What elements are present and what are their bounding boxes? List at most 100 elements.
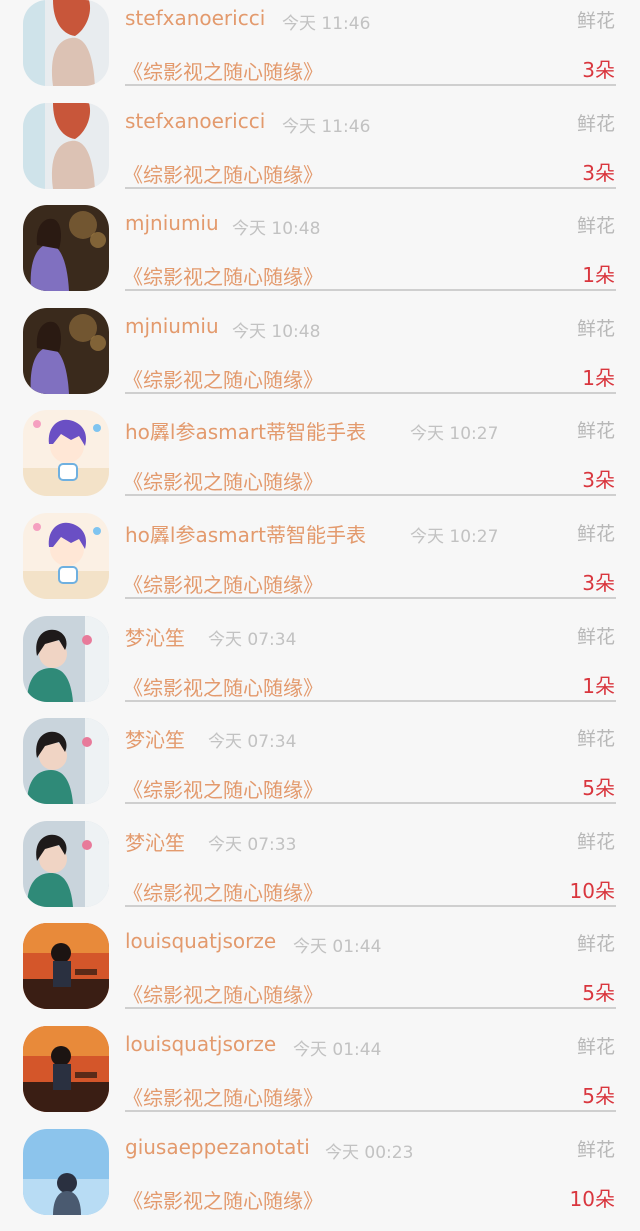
avatar[interactable] <box>23 205 109 292</box>
book-title[interactable]: 《综影视之随心随缘》 <box>123 364 323 393</box>
book-title[interactable]: 《综影视之随心随缘》 <box>123 159 323 188</box>
avatar-girl-flower-image <box>23 820 109 907</box>
sender-name[interactable]: 梦沁笙 <box>125 724 185 753</box>
divider <box>125 289 616 292</box>
divider <box>125 802 616 805</box>
list-item[interactable]: 梦沁笙 今天 07:34 鲜花 《综影视之随心随缘》 5朵 <box>0 718 640 821</box>
timestamp: 今天 10:48 <box>232 321 321 342</box>
gift-type-label: 鲜花 <box>576 1138 615 1161</box>
timestamp: 今天 00:23 <box>325 1142 414 1163</box>
avatar[interactable] <box>23 718 109 805</box>
divider <box>125 1110 616 1112</box>
sender-name[interactable]: louisquatjsorze <box>125 1032 276 1056</box>
timestamp: 今天 11:46 <box>282 14 371 34</box>
book-title[interactable]: 《综影视之随心随缘》 <box>123 979 323 1008</box>
book-title[interactable]: 《综影视之随心随缘》 <box>123 261 323 290</box>
book-title[interactable]: 《综影视之随心随缘》 <box>123 1082 323 1111</box>
sender-name[interactable]: louisquatjsorze <box>125 929 276 953</box>
timestamp: 今天 10:48 <box>232 219 321 240</box>
gift-type-label: 鲜花 <box>576 625 615 648</box>
gift-type-label: 鲜花 <box>576 317 615 340</box>
gift-amount: 5朵 <box>582 776 615 801</box>
sender-name[interactable]: ho羼l参asmart蒂智能手表 <box>125 519 366 548</box>
list-item[interactable]: 梦沁笙 今天 07:33 鲜花 《综影视之随心随缘》 10朵 <box>0 820 640 924</box>
gift-amount: 3朵 <box>582 571 615 595</box>
sender-name[interactable]: 梦沁笙 <box>125 622 185 651</box>
book-title[interactable]: 《综影视之随心随缘》 <box>123 1185 323 1214</box>
divider <box>125 494 616 497</box>
sender-name[interactable]: stefxanoericci <box>125 6 265 30</box>
gift-type-label: 鲜花 <box>576 728 615 751</box>
book-title[interactable]: 《综影视之随心随缘》 <box>123 56 323 85</box>
book-title[interactable]: 《综影视之随心随缘》 <box>123 877 323 906</box>
avatar[interactable] <box>23 1026 109 1112</box>
list-item[interactable]: louisquatjsorze 今天 01:44 鲜花 《综影视之随心随缘》 5… <box>0 923 640 1026</box>
avatar-anime-image <box>23 410 109 497</box>
timestamp: 今天 07:33 <box>208 834 297 855</box>
gift-amount: 3朵 <box>582 160 615 185</box>
avatar-back-image <box>23 0 109 86</box>
sender-name[interactable]: 梦沁笙 <box>125 827 185 856</box>
list-item[interactable]: mjniumiu 今天 10:48 鲜花 《综影视之随心随缘》 1朵 <box>0 205 640 308</box>
avatar[interactable] <box>23 820 109 907</box>
timestamp: 今天 07:34 <box>208 732 297 753</box>
avatar[interactable] <box>23 513 109 599</box>
divider <box>125 391 616 394</box>
avatar-concert-image <box>23 307 109 394</box>
list-item[interactable]: stefxanoericci 今天 11:46 鲜花 《综影视之随心随缘》 3朵 <box>0 0 640 103</box>
gift-amount: 5朵 <box>582 981 615 1006</box>
divider <box>125 186 616 189</box>
gift-amount: 5朵 <box>582 1084 615 1108</box>
divider <box>125 904 616 907</box>
divider <box>125 84 616 86</box>
timestamp: 今天 01:44 <box>293 1040 382 1060</box>
book-title[interactable]: 《综影视之随心随缘》 <box>123 672 323 701</box>
sender-name[interactable]: ho羼l参asmart蒂智能手表 <box>125 416 366 445</box>
divider <box>125 597 616 599</box>
avatar-girl-flower-image <box>23 718 109 805</box>
gift-type-label: 鲜花 <box>576 215 615 238</box>
avatar[interactable] <box>23 1128 109 1215</box>
list-item[interactable]: stefxanoericci 今天 11:46 鲜花 《综影视之随心随缘》 3朵 <box>0 102 640 206</box>
gift-amount: 1朵 <box>582 673 615 698</box>
gift-amount: 10朵 <box>569 1186 615 1211</box>
avatar-sunset-boy-image <box>23 1026 109 1112</box>
list-item[interactable]: ho羼l参asmart蒂智能手表 今天 10:27 鲜花 《综影视之随心随缘》 … <box>0 513 640 616</box>
avatar[interactable] <box>23 0 109 86</box>
gift-type-label: 鲜花 <box>576 523 615 545</box>
gift-amount: 3朵 <box>582 468 615 493</box>
book-title[interactable]: 《综影视之随心随缘》 <box>123 466 323 495</box>
gift-type-label: 鲜花 <box>576 10 615 32</box>
gift-type-label: 鲜花 <box>576 933 615 956</box>
gift-type-label: 鲜花 <box>576 420 615 443</box>
timestamp: 今天 11:46 <box>282 116 371 137</box>
gift-type-label: 鲜花 <box>576 830 615 853</box>
book-title[interactable]: 《综影视之随心随缘》 <box>123 774 323 803</box>
list-item[interactable]: louisquatjsorze 今天 01:44 鲜花 《综影视之随心随缘》 5… <box>0 1026 640 1129</box>
book-title[interactable]: 《综影视之随心随缘》 <box>123 569 323 598</box>
list-item[interactable]: ho羼l参asmart蒂智能手表 今天 10:27 鲜花 《综影视之随心随缘》 … <box>0 410 640 513</box>
avatar[interactable] <box>23 615 109 702</box>
timestamp: 今天 01:44 <box>293 937 382 958</box>
sender-name[interactable]: mjniumiu <box>125 314 219 338</box>
sender-name[interactable]: stefxanoericci <box>125 109 265 133</box>
gift-type-label: 鲜花 <box>576 112 615 135</box>
avatar-concert-image <box>23 205 109 292</box>
sender-name[interactable]: mjniumiu <box>125 211 219 235</box>
gift-amount: 1朵 <box>582 365 615 390</box>
list-item[interactable]: mjniumiu 今天 10:48 鲜花 《综影视之随心随缘》 1朵 <box>0 307 640 411</box>
gift-amount: 1朵 <box>582 263 615 288</box>
avatar[interactable] <box>23 923 109 1010</box>
list-item[interactable]: 梦沁笙 今天 07:34 鲜花 《综影视之随心随缘》 1朵 <box>0 615 640 719</box>
avatar-girl-flower-image <box>23 615 109 702</box>
avatar[interactable] <box>23 102 109 189</box>
list-item[interactable]: giusaeppezanotati 今天 00:23 鲜花 《综影视之随心随缘》… <box>0 1128 640 1231</box>
avatar[interactable] <box>23 307 109 394</box>
divider <box>125 1007 616 1010</box>
avatar-sky-girl-image <box>23 1128 109 1215</box>
avatar[interactable] <box>23 410 109 497</box>
avatar-sunset-boy-image <box>23 923 109 1010</box>
avatar-back-image <box>23 102 109 189</box>
timestamp: 今天 10:27 <box>410 424 499 445</box>
sender-name[interactable]: giusaeppezanotati <box>125 1135 310 1159</box>
